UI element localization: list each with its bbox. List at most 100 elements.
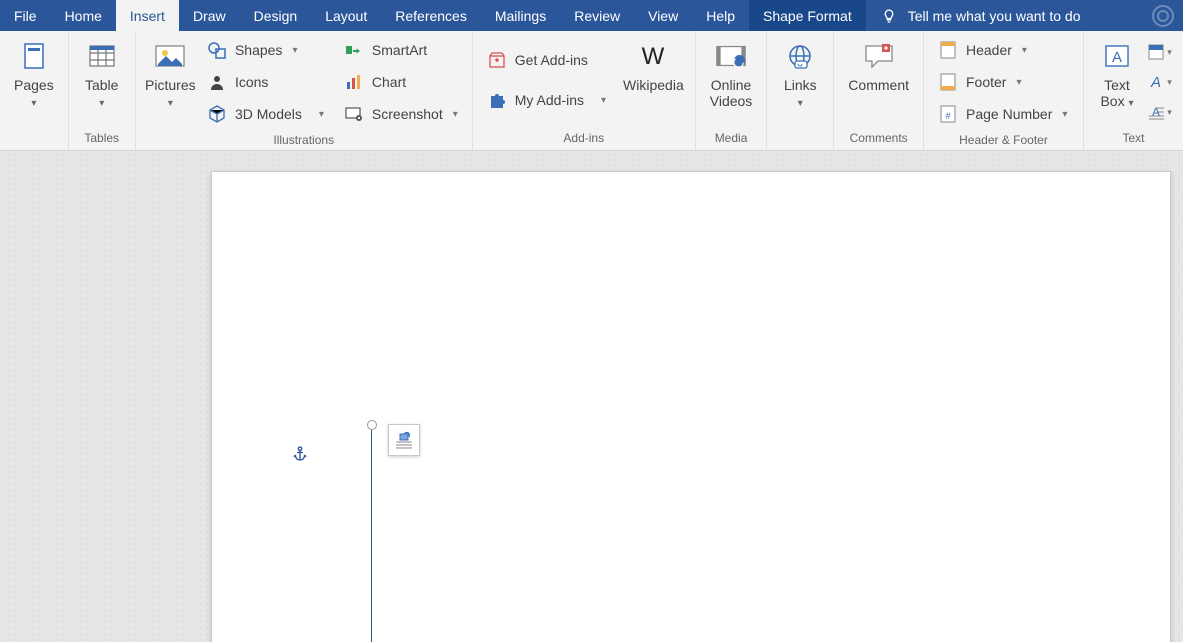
my-addins-label: My Add-ins <box>515 92 584 108</box>
footer-label: Footer <box>966 74 1006 90</box>
wikipedia-button[interactable]: W Wikipedia <box>620 35 687 93</box>
chevron-down-icon: ▾ <box>292 45 297 56</box>
page-number-icon: # <box>938 104 958 124</box>
chevron-down-icon[interactable]: ▾ <box>596 95 610 106</box>
text-box-button[interactable]: A TextBox ▾ <box>1092 35 1142 109</box>
main-tabs: File Home Insert Draw Design Layout Refe… <box>0 0 1183 31</box>
group-links-label <box>775 127 825 150</box>
smartart-button[interactable]: SmartArt <box>338 35 464 65</box>
pages-label: Pages <box>14 77 54 93</box>
document-page[interactable] <box>211 171 1171 642</box>
group-media-label: Media <box>704 127 759 150</box>
icons-icon <box>207 72 227 92</box>
tab-layout[interactable]: Layout <box>311 0 381 31</box>
chart-label: Chart <box>372 74 406 90</box>
group-illustrations: Pictures ▾ Shapes ▾ Icons <box>135 31 472 150</box>
group-text-label: Text <box>1092 127 1175 150</box>
footer-button[interactable]: Footer ▾ <box>932 67 1073 97</box>
chevron-down-icon: ▾ <box>798 99 803 109</box>
tab-view[interactable]: View <box>634 0 692 31</box>
table-button[interactable]: Table ▾ <box>77 35 127 109</box>
tell-me-search[interactable]: Tell me what you want to do <box>866 0 1095 31</box>
group-pages: Pages ▾ <box>0 31 68 150</box>
group-addins-label: Add-ins <box>481 127 687 150</box>
drop-cap-button[interactable]: A ▾ <box>1146 99 1172 125</box>
tab-home[interactable]: Home <box>51 0 116 31</box>
tab-file[interactable]: File <box>0 0 51 31</box>
tab-shape-format[interactable]: Shape Format <box>749 0 866 31</box>
text-box-label: TextBox ▾ <box>1100 77 1133 109</box>
anchor-icon <box>291 445 309 463</box>
tell-me-placeholder: Tell me what you want to do <box>908 8 1081 24</box>
comment-label: Comment <box>848 77 909 93</box>
shapes-label: Shapes <box>235 42 282 58</box>
tab-references[interactable]: References <box>381 0 481 31</box>
chevron-down-icon: ▾ <box>1016 77 1021 88</box>
my-addins-button[interactable]: My Add-ins ▾ <box>481 85 616 115</box>
group-text: A TextBox ▾ ▾ A ▾ A ▾ <box>1083 31 1183 150</box>
chart-icon <box>344 72 364 92</box>
group-pages-label <box>8 127 60 150</box>
3d-models-button[interactable]: 3D Models ▾ <box>201 99 334 129</box>
table-icon <box>85 39 119 73</box>
links-button[interactable]: Links ▾ <box>775 35 825 109</box>
selected-line-shape[interactable] <box>371 426 372 642</box>
3d-models-label: 3D Models <box>235 106 302 122</box>
tab-mailings[interactable]: Mailings <box>481 0 560 31</box>
tab-help[interactable]: Help <box>692 0 749 31</box>
layout-options-button[interactable] <box>388 424 420 456</box>
wikipedia-label: Wikipedia <box>623 77 684 93</box>
screenshot-icon <box>344 104 364 124</box>
tab-design[interactable]: Design <box>240 0 312 31</box>
video-icon <box>714 39 748 73</box>
links-label: Links <box>784 77 817 93</box>
resize-handle-top[interactable] <box>367 420 377 430</box>
wordart-button[interactable]: A ▾ <box>1146 69 1172 95</box>
group-comments: Comment Comments <box>833 31 923 150</box>
comment-icon <box>862 39 896 73</box>
pictures-icon <box>153 39 187 73</box>
chevron-down-icon: ▾ <box>31 99 36 109</box>
tab-draw[interactable]: Draw <box>179 0 240 31</box>
tab-review[interactable]: Review <box>560 0 634 31</box>
chevron-down-icon[interactable]: ▾ <box>314 109 328 120</box>
get-addins-label: Get Add-ins <box>515 52 588 68</box>
online-videos-button[interactable]: OnlineVideos <box>704 35 759 109</box>
shapes-icon <box>207 40 227 60</box>
group-links: Links ▾ <box>766 31 833 150</box>
screenshot-label: Screenshot <box>372 106 443 122</box>
page-number-label: Page Number <box>966 106 1052 122</box>
group-media: OnlineVideos Media <box>695 31 767 150</box>
cube-icon <box>207 104 227 124</box>
shapes-button[interactable]: Shapes ▾ <box>201 35 334 65</box>
layout-options-icon <box>393 429 415 451</box>
svg-text:W: W <box>642 43 665 69</box>
quick-parts-button[interactable]: ▾ <box>1146 39 1172 65</box>
wikipedia-icon: W <box>636 39 670 73</box>
smartart-icon <box>344 40 364 60</box>
get-addins-button[interactable]: Get Add-ins <box>481 45 616 75</box>
page-icon <box>17 39 51 73</box>
chart-button[interactable]: Chart <box>338 67 464 97</box>
pages-button[interactable]: Pages ▾ <box>8 35 60 109</box>
group-illustrations-label: Illustrations <box>144 129 464 152</box>
page-number-button[interactable]: # Page Number ▾ <box>932 99 1073 129</box>
quick-parts-icon <box>1146 42 1166 62</box>
svg-text:A: A <box>1150 74 1161 91</box>
group-tables-label: Tables <box>77 127 127 150</box>
drop-cap-icon: A <box>1146 102 1166 122</box>
comment-button[interactable]: Comment <box>842 35 915 93</box>
screenshot-button[interactable]: Screenshot ▾ <box>338 99 464 129</box>
tab-insert[interactable]: Insert <box>116 0 179 31</box>
pictures-button[interactable]: Pictures ▾ <box>144 35 197 109</box>
chevron-down-icon: ▾ <box>168 99 173 109</box>
puzzle-icon <box>487 90 507 110</box>
group-header-footer-label: Header & Footer <box>932 129 1075 152</box>
icons-button[interactable]: Icons <box>201 67 334 97</box>
header-button[interactable]: Header ▾ <box>932 35 1073 65</box>
group-tables: Table ▾ Tables <box>68 31 135 150</box>
document-workspace[interactable] <box>0 151 1183 642</box>
chevron-down-icon: ▾ <box>1062 109 1067 120</box>
icons-label: Icons <box>235 74 268 90</box>
chevron-down-icon: ▾ <box>99 99 104 109</box>
